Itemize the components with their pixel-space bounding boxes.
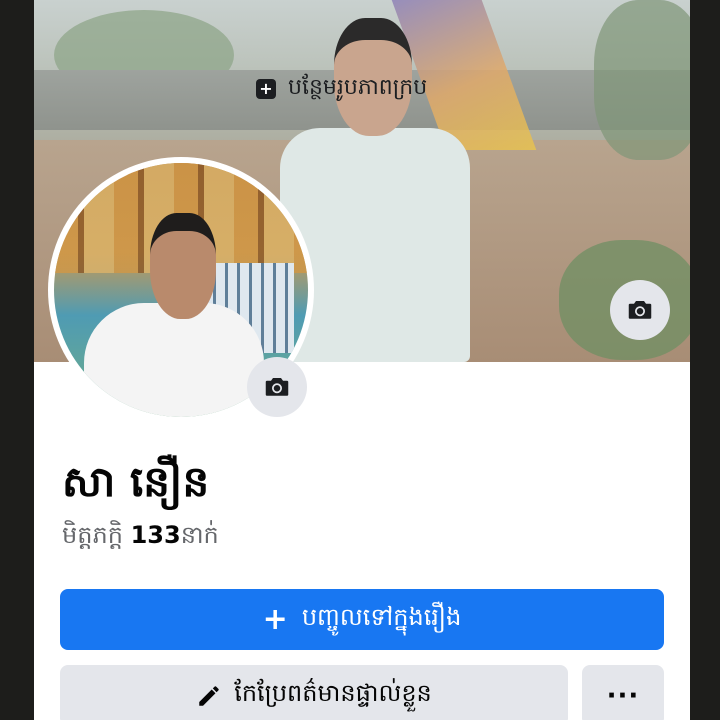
- avatar-head: [150, 213, 216, 319]
- cover-camera-button[interactable]: [610, 280, 670, 340]
- camera-icon: [628, 301, 652, 319]
- edit-profile-button[interactable]: កែប្រែពត៌មានផ្ទាល់ខ្លួន: [60, 665, 568, 720]
- add-photo-icon: +: [256, 79, 276, 99]
- add-to-story-label: បញ្ចូលទៅក្នុងរឿង: [301, 603, 462, 631]
- camera-icon: [265, 378, 289, 396]
- edit-profile-label: កែប្រែពត៌មានផ្ទាល់ខ្លួន: [234, 679, 432, 707]
- add-to-story-button[interactable]: + បញ្ចូលទៅក្នុងរឿង: [60, 589, 664, 650]
- more-options-button[interactable]: ···: [582, 665, 664, 720]
- avatar-shirt: [84, 303, 264, 417]
- plus-icon: +: [262, 601, 288, 637]
- add-cover-label: បន្ថែមរូបភាពក្រប: [288, 75, 428, 100]
- pencil-icon: [199, 685, 219, 706]
- avatar-camera-button[interactable]: [247, 357, 307, 417]
- friends-count[interactable]: មិត្តភក្តិ 133នាក់: [62, 520, 219, 555]
- add-cover-photo-button[interactable]: + បន្ថែមរូបភាពក្រប: [256, 74, 427, 104]
- profile-name: សា នឿន: [62, 457, 210, 506]
- cover-tree-right: [594, 0, 690, 160]
- more-icon: ···: [606, 680, 640, 711]
- friends-unit: នាក់: [180, 521, 219, 549]
- friends-number: 133: [130, 521, 181, 549]
- profile-screen: + បន្ថែមរូបភាពក្រប សា នឿន មិត្តភក្តិ 133…: [34, 0, 690, 720]
- friends-label: មិត្តភក្តិ: [62, 521, 123, 549]
